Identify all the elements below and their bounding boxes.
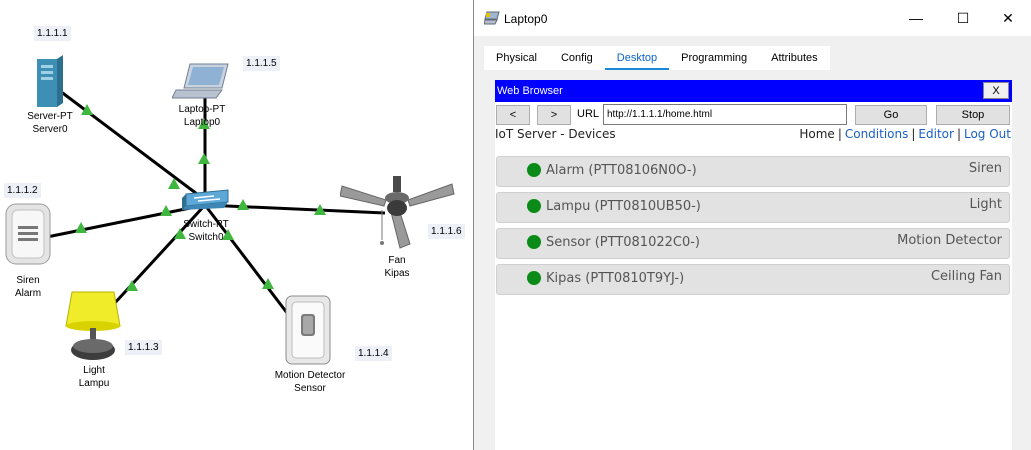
close-button[interactable]: ✕ [988, 6, 1028, 30]
web-browser-title: Web Browser [497, 85, 563, 97]
motion-label: Motion Detector Sensor [266, 369, 354, 395]
laptop-name: Laptop0 [183, 117, 221, 128]
motion-name: Sensor [294, 383, 326, 394]
device-type: Light [969, 197, 1002, 212]
status-indicator-icon [527, 235, 541, 249]
siren-name: Alarm [14, 288, 42, 299]
server-label: Server-PT Server0 [20, 110, 80, 136]
ceiling-fan-icon[interactable] [339, 176, 456, 252]
nav-home: Home [799, 127, 835, 141]
nav-editor-link[interactable]: Editor [918, 127, 954, 141]
device-name: Kipas (PTT0810T9YJ-) [546, 271, 685, 286]
switch-label: Switch-PT Switch0 [176, 218, 236, 244]
laptop-window-icon [483, 11, 500, 25]
motion-type: Motion Detector [274, 370, 346, 381]
maximize-button[interactable]: ☐ [943, 6, 983, 30]
laptop-ip: 1.1.1.5 [243, 56, 280, 71]
forward-button[interactable]: > [537, 105, 571, 125]
minimize-button[interactable]: — [896, 6, 936, 30]
light-ip: 1.1.1.3 [125, 340, 162, 355]
nav-separator: | [837, 127, 842, 141]
siren-icon[interactable] [4, 202, 52, 266]
light-type: Light [83, 365, 105, 376]
server-name: Server0 [32, 124, 68, 135]
device-type: Siren [968, 161, 1002, 176]
page-heading: IoT Server - Devices [495, 127, 616, 141]
fan-name: Kipas [384, 268, 410, 279]
go-button[interactable]: Go [855, 105, 927, 125]
tab-physical[interactable]: Physical [484, 46, 549, 70]
device-name: Sensor (PTT081022C0-) [546, 235, 700, 250]
tab-programming[interactable]: Programming [669, 46, 759, 70]
status-indicator-icon [527, 271, 541, 285]
fan-label: Fan Kipas [372, 254, 422, 280]
device-name: Lampu (PTT0810UB50-) [546, 199, 701, 214]
device-row-kipas[interactable]: Kipas (PTT0810T9YJ-) Ceiling Fan [496, 264, 1010, 295]
tab-config[interactable]: Config [549, 46, 605, 70]
switch-name: Switch0 [188, 232, 224, 243]
back-button[interactable]: < [496, 105, 530, 125]
device-tabs: Physical Config Desktop Programming Attr… [484, 46, 830, 70]
web-browser-titlebar: Web Browser X [495, 80, 1012, 102]
url-label: URL [577, 108, 600, 120]
window-titlebar[interactable]: Laptop0 — ☐ ✕ [474, 0, 1031, 36]
siren-ip: 1.1.1.2 [4, 183, 41, 198]
web-browser-close-button[interactable]: X [983, 82, 1009, 99]
web-browser-panel: Web Browser X < > URL Go Stop IoT Server… [495, 80, 1012, 450]
light-icon[interactable] [62, 290, 124, 364]
url-input[interactable] [603, 104, 847, 125]
status-indicator-icon [527, 199, 541, 213]
device-type: Ceiling Fan [930, 269, 1002, 284]
motion-detector-icon[interactable] [284, 294, 332, 366]
server-icon[interactable] [33, 55, 65, 110]
server-ip: 1.1.1.1 [34, 26, 71, 41]
nav-logout-link[interactable]: Log Out [964, 127, 1011, 141]
laptop-icon[interactable] [171, 62, 232, 102]
page-nav: Home | Conditions | Editor | Log Out [799, 127, 1011, 141]
fan-ip: 1.1.1.6 [428, 224, 465, 239]
siren-type: Siren [16, 275, 40, 286]
light-label: Light Lampu [64, 364, 124, 390]
device-row-lampu[interactable]: Lampu (PTT0810UB50-) Light [496, 192, 1010, 223]
nav-separator: | [911, 127, 916, 141]
nav-separator: | [956, 127, 961, 141]
device-row-sensor[interactable]: Sensor (PTT081022C0-) Motion Detector [496, 228, 1010, 259]
tab-attributes[interactable]: Attributes [759, 46, 829, 70]
device-type: Motion Detector [897, 233, 1002, 248]
nav-conditions-link[interactable]: Conditions [845, 127, 909, 141]
laptop-window: Laptop0 — ☐ ✕ Physical Config Desktop Pr… [473, 0, 1031, 450]
motion-ip: 1.1.1.4 [355, 346, 392, 361]
topology-canvas[interactable]: 1.1.1.1 Server-PT Server0 1.1.1.5 Laptop… [0, 0, 472, 450]
device-name: Alarm (PTT08106N0O-) [546, 163, 697, 178]
siren-label: Siren Alarm [0, 274, 56, 300]
fan-type: Fan [388, 255, 406, 266]
server-type: Server-PT [27, 111, 73, 122]
laptop-type: Laptop-PT [178, 104, 226, 115]
window-title: Laptop0 [504, 12, 548, 26]
device-row-alarm[interactable]: Alarm (PTT08106N0O-) Siren [496, 156, 1010, 187]
light-name: Lampu [78, 378, 110, 389]
switch-icon[interactable] [180, 188, 232, 214]
status-indicator-icon [527, 163, 541, 177]
laptop-label: Laptop-PT Laptop0 [170, 103, 234, 129]
stop-button[interactable]: Stop [936, 105, 1010, 125]
tab-desktop[interactable]: Desktop [604, 46, 670, 70]
switch-type: Switch-PT [183, 219, 229, 230]
